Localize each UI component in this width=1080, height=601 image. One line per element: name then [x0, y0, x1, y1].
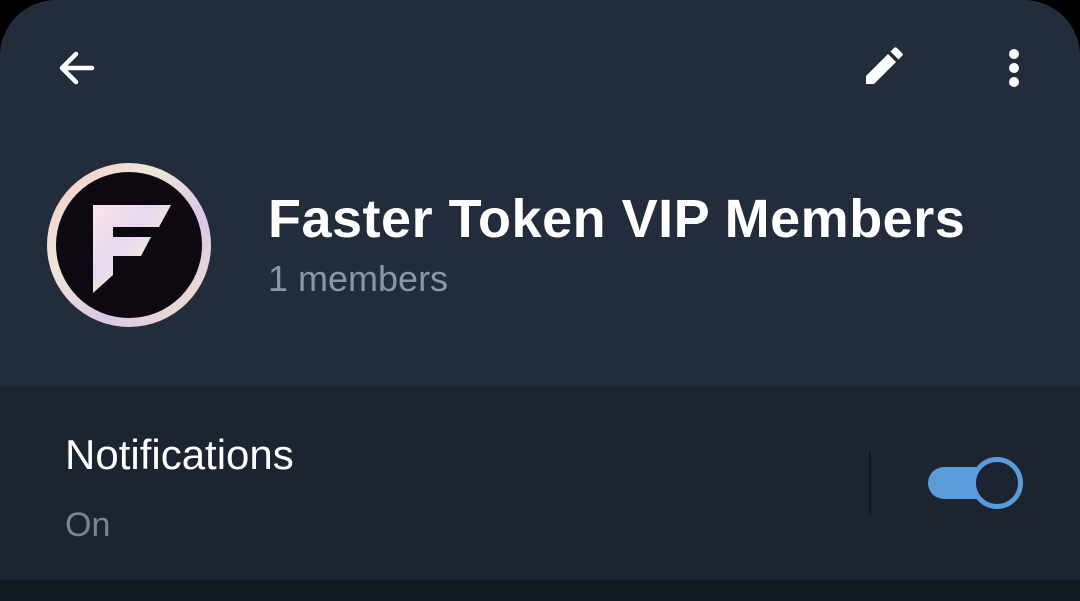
- notifications-row[interactable]: Notifications On: [0, 386, 1080, 580]
- group-avatar[interactable]: [47, 163, 211, 327]
- group-title: Faster Token VIP Members: [268, 189, 966, 249]
- row-divider: [869, 452, 871, 514]
- back-button[interactable]: [40, 32, 112, 104]
- arrow-back-icon: [59, 51, 95, 85]
- group-info-screen: Faster Token VIP Members 1 members Notif…: [0, 0, 1080, 601]
- faster-token-logo: [47, 163, 211, 327]
- more-options-button[interactable]: [978, 32, 1050, 104]
- section-separator: [0, 580, 1080, 601]
- notifications-label: Notifications: [65, 431, 294, 478]
- toggle-knob: [971, 457, 1023, 509]
- pencil-icon: [866, 47, 903, 84]
- notifications-toggle[interactable]: [926, 454, 1024, 512]
- notifications-status: On: [65, 506, 111, 544]
- member-count: 1 members: [268, 258, 449, 299]
- profile-header: Faster Token VIP Members 1 members: [0, 0, 1080, 386]
- edit-button[interactable]: [846, 32, 918, 104]
- more-vertical-icon: [1009, 49, 1019, 87]
